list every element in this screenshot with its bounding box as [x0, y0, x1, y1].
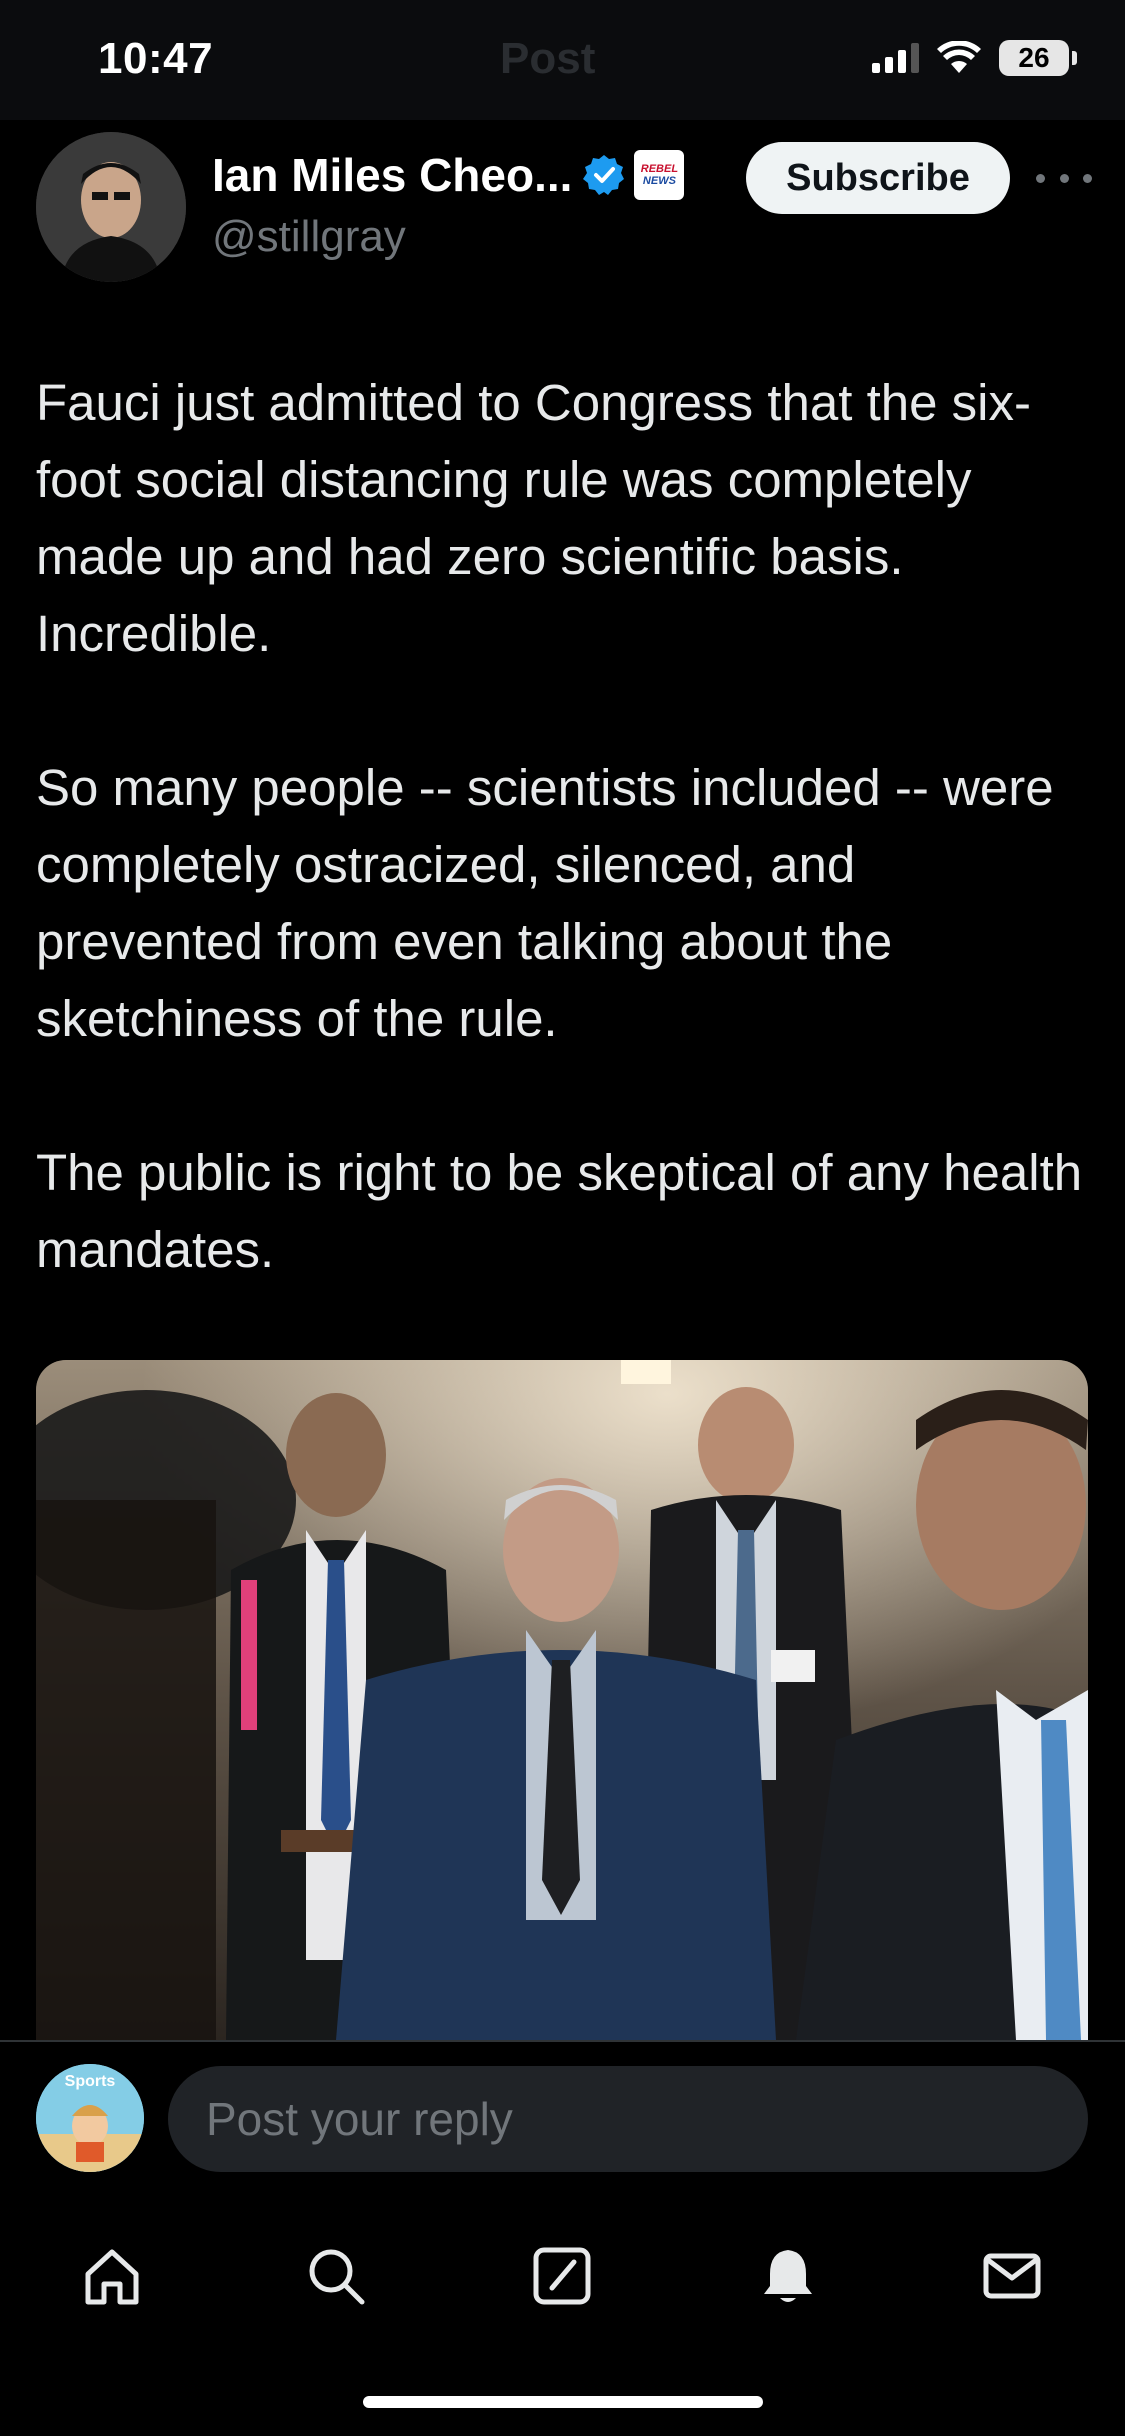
author-name-row: Ian Miles Cheo... REBEL NEWS	[212, 148, 685, 202]
affiliate-badge-icon[interactable]: REBEL NEWS	[634, 150, 685, 200]
grok-icon[interactable]	[522, 2236, 602, 2316]
cellular-signal-icon	[872, 43, 919, 73]
wifi-icon	[937, 41, 981, 73]
status-bar: 10:47 Post 26	[0, 0, 1125, 120]
user-avatar[interactable]: Sports	[36, 2064, 144, 2172]
post-paragraph-1: Fauci just admitted to Congress that the…	[36, 374, 1031, 662]
status-time: 10:47	[98, 34, 214, 83]
messages-icon[interactable]	[972, 2236, 1052, 2316]
svg-text:Sports: Sports	[65, 2073, 116, 2090]
author-avatar[interactable]	[36, 132, 186, 282]
author-handle[interactable]: @stillgray	[212, 212, 406, 262]
home-indicator[interactable]	[363, 2396, 763, 2408]
search-icon[interactable]	[296, 2236, 376, 2316]
post-text: Fauci just admitted to Congress that the…	[36, 364, 1096, 1365]
battery-icon: 26	[999, 40, 1077, 76]
author-name[interactable]: Ian Miles Cheo...	[212, 148, 572, 202]
battery-level: 26	[1018, 42, 1050, 73]
more-options-icon[interactable]	[1036, 160, 1092, 196]
post-paragraph-2: So many people -- scientists included --…	[36, 759, 1054, 1047]
verified-badge-icon	[583, 155, 625, 195]
notifications-icon[interactable]	[748, 2236, 828, 2316]
nav-title: Post	[500, 34, 596, 83]
reply-input[interactable]	[168, 2066, 1088, 2172]
home-icon[interactable]	[72, 2236, 152, 2316]
status-icons: 26	[872, 38, 1077, 78]
post-paragraph-3: The public is right to be skeptical of a…	[36, 1144, 1083, 1278]
post-media-image[interactable]	[36, 1360, 1088, 2040]
subscribe-button[interactable]: Subscribe	[746, 142, 1010, 214]
